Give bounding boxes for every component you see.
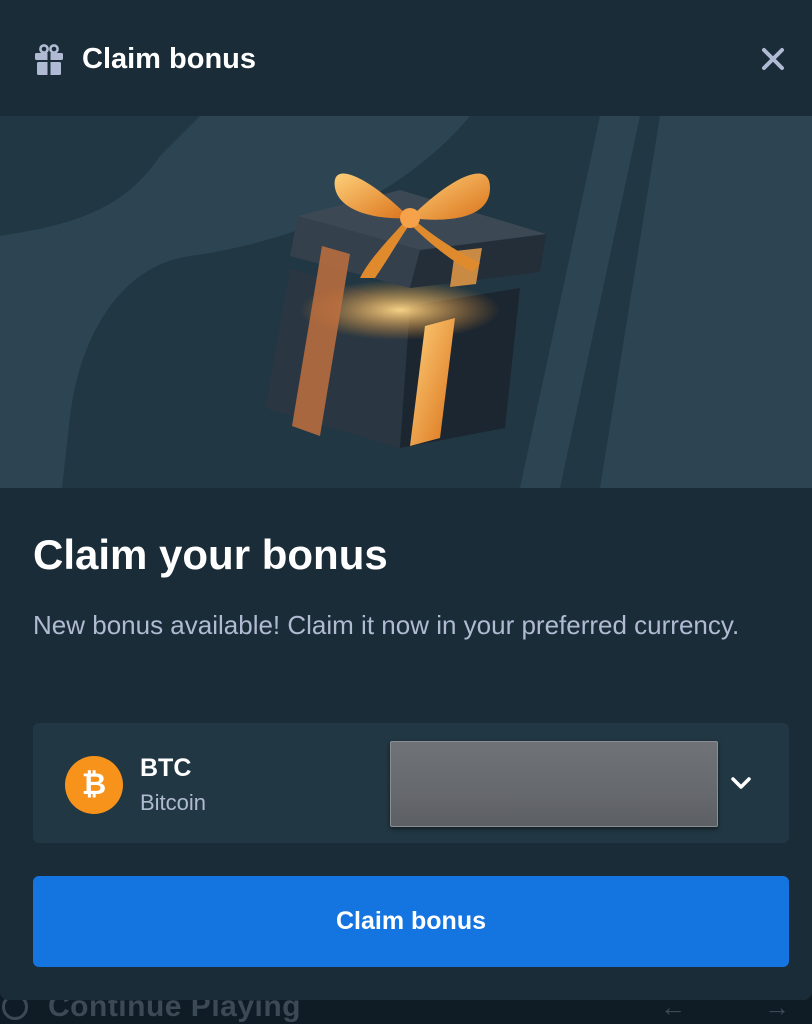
modal-title: Claim bonus — [82, 43, 257, 75]
currency-name: Bitcoin — [140, 790, 207, 815]
claim-heading: Claim your bonus — [33, 531, 388, 578]
bitcoin-symbol: ₿ — [81, 768, 107, 801]
close-icon — [762, 48, 784, 70]
bonus-hero-banner — [0, 116, 812, 488]
claim-description: New bonus available! Claim it now in you… — [33, 610, 740, 640]
gift-box-illustration — [265, 173, 546, 448]
gift-icon — [35, 44, 63, 75]
chevron-down-icon[interactable] — [727, 769, 755, 797]
bitcoin-icon: ₿ — [65, 756, 123, 814]
modal-header: Claim bonus — [0, 0, 812, 116]
currency-select[interactable]: ₿ BTC Bitcoin — [33, 723, 789, 843]
close-button[interactable] — [754, 40, 792, 78]
currency-code: BTC — [140, 754, 192, 782]
claim-bonus-modal: Claim bonus Claim your bonus New bonus a… — [0, 0, 812, 1000]
redacted-balance — [390, 741, 718, 827]
claim-bonus-button[interactable]: Claim bonus — [33, 876, 789, 967]
